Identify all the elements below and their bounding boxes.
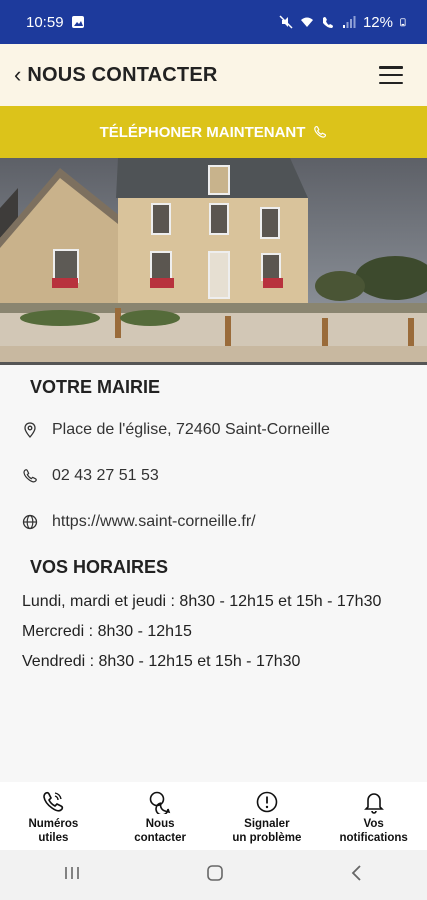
nav-label: Nous contacter [134, 818, 187, 844]
mute-icon [279, 15, 293, 29]
website-row[interactable]: https://www.saint-corneille.fr/ [0, 499, 427, 545]
hours-line: Vendredi : 8h30 - 12h15 et 15h - 17h30 [22, 653, 301, 670]
system-navigation-bar [0, 850, 427, 900]
phone-icon [314, 125, 327, 138]
gallery-icon [71, 16, 84, 28]
back-chevron-icon[interactable]: ‹ [14, 62, 21, 88]
wifi-icon [300, 17, 313, 27]
nav-label: Numéros utiles [28, 818, 79, 844]
phone-icon [23, 469, 37, 483]
phone-row[interactable]: 02 43 27 51 53 [0, 453, 427, 499]
bottom-navigation: Numéros utiles Nous contacter Signaler u… [0, 782, 427, 850]
hours-list: Lundi, mardi et jeudi : 8h30 - 12h15 et … [0, 587, 427, 677]
mairie-title: VOTRE MAIRIE [30, 377, 161, 397]
status-time: 10:59 [26, 13, 64, 31]
chat-bubbles-icon [149, 791, 171, 814]
horaires-section: VOS HORAIRES Lundi, mardi et jeudi : 8h3… [0, 545, 427, 677]
call-now-label: TÉLÉPHONER MAINTENANT [99, 123, 306, 141]
town-hall-photo [0, 158, 427, 365]
bell-icon [363, 793, 384, 814]
call-now-button[interactable]: TÉLÉPHONER MAINTENANT [0, 106, 427, 158]
nav-label: Signaler un problème [232, 818, 302, 844]
wifi-calling-icon [322, 17, 333, 28]
mairie-section: VOTRE MAIRIE Place de l'église, 72460 Sa… [0, 365, 427, 545]
recent-apps-icon[interactable] [63, 865, 81, 886]
battery-level: 12% [362, 13, 393, 31]
phone-text: 02 43 27 51 53 [52, 467, 159, 484]
website-link: https://www.saint-corneille.fr/ [52, 513, 256, 530]
alert-circle-icon [256, 791, 278, 813]
address-row[interactable]: Place de l'église, 72460 Saint-Corneille [0, 407, 427, 453]
address-text: Place de l'église, 72460 Saint-Corneille [52, 421, 330, 438]
nav-signaler-probleme[interactable]: Signaler un problème [219, 790, 314, 845]
location-pin-icon [24, 422, 36, 438]
nav-vos-notifications[interactable]: Vos notifications [326, 790, 421, 845]
signal-icon [342, 16, 356, 28]
hours-line: Mercredi : 8h30 - 12h15 [22, 623, 192, 640]
nav-nous-contacter[interactable]: Nous contacter [113, 790, 208, 845]
nav-label: Vos notifications [339, 818, 408, 844]
hamburger-menu-icon[interactable] [379, 66, 403, 84]
nav-numeros-utiles[interactable]: Numéros utiles [6, 790, 101, 845]
app-header: ‹ NOUS CONTACTER [0, 44, 427, 106]
back-icon[interactable] [350, 864, 364, 887]
phone-icon [43, 791, 64, 812]
horaires-title: VOS HORAIRES [30, 557, 169, 577]
home-icon[interactable] [206, 864, 224, 887]
status-bar: 10:59 12% [0, 0, 427, 44]
hours-line: Lundi, mardi et jeudi : 8h30 - 12h15 et … [22, 593, 382, 610]
battery-icon [400, 18, 406, 27]
globe-icon [22, 514, 38, 530]
page-title: NOUS CONTACTER [27, 63, 218, 86]
